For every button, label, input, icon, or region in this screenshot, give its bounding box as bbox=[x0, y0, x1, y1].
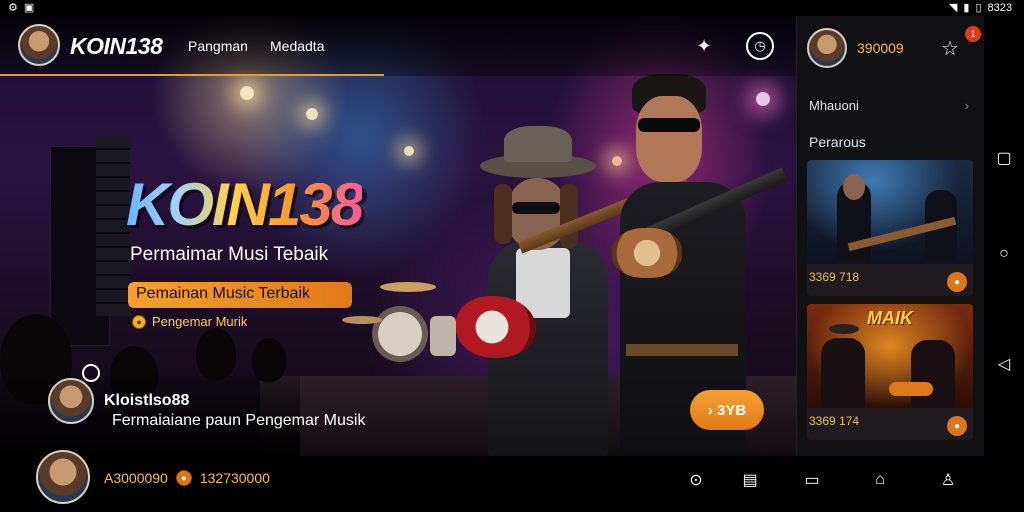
electric-guitar bbox=[456, 296, 536, 358]
status-bar: ⚙ ▣ ◥ ▮ ▯ 8323 bbox=[0, 0, 1024, 16]
system-nav-rail: ▢ ○ ◁ bbox=[984, 16, 1024, 512]
cymbal bbox=[342, 316, 382, 324]
profile-icon[interactable]: ♙ bbox=[936, 468, 960, 492]
panel-menu-row[interactable]: Mhauoni › bbox=[809, 98, 973, 113]
panel-card[interactable]: MAIK 3369 174 ● bbox=[807, 304, 973, 440]
back-button[interactable]: ◁ bbox=[984, 344, 1024, 384]
stage-light bbox=[240, 86, 254, 100]
side-panel: 390009 ☆ 1 Mhauoni › Perarous 3369 718 ●… bbox=[796, 16, 984, 456]
highlight-pill[interactable]: Pemainan Music Terbaik bbox=[128, 282, 352, 308]
profile-avatar[interactable] bbox=[48, 378, 94, 424]
card-go-icon[interactable]: ● bbox=[947, 416, 967, 436]
card-thumbnail bbox=[807, 160, 973, 264]
settings-icon: ⚙ bbox=[8, 2, 18, 14]
battery-icon: ▯ bbox=[975, 2, 982, 14]
bottom-bar: A3000090 ● 132730000 ⊙ ▤ ▭ ⌂ ♙ bbox=[0, 450, 984, 512]
poster-text: MAIK bbox=[867, 308, 913, 328]
signal-icon: ▮ bbox=[963, 2, 970, 14]
recents-button[interactable]: ▢ bbox=[984, 138, 1024, 178]
star-icon[interactable]: ☆ bbox=[941, 36, 959, 61]
profile-name: Kloistlso88 bbox=[104, 392, 190, 409]
status-time: 8323 bbox=[987, 1, 1012, 14]
card-thumbnail: MAIK bbox=[807, 304, 973, 408]
card-go-icon[interactable]: ● bbox=[947, 272, 967, 292]
coin-count: 132730000 bbox=[199, 470, 270, 486]
wifi-icon: ◥ bbox=[948, 2, 958, 14]
cymbal bbox=[380, 282, 436, 292]
user-avatar[interactable] bbox=[18, 24, 60, 66]
bass-drum bbox=[372, 306, 428, 362]
brand-logo[interactable]: KOIN138 bbox=[70, 33, 163, 60]
panel-card[interactable]: 3369 718 ● bbox=[807, 160, 973, 296]
nav-underline bbox=[0, 74, 384, 76]
profile-subtitle: Fermaiaiane paun Pengemar Musik bbox=[112, 412, 366, 429]
drum bbox=[430, 316, 456, 356]
hero-tagline: Permaimar Musi Tebaik bbox=[130, 244, 329, 265]
puzzle-icon[interactable]: ✦ bbox=[690, 32, 718, 60]
speaker-stack bbox=[96, 136, 130, 316]
play-button[interactable]: › 3YB bbox=[690, 390, 764, 430]
stage-light bbox=[404, 146, 414, 156]
panel-avatar[interactable] bbox=[807, 28, 847, 68]
nav-link-medadta[interactable]: Medadta bbox=[270, 38, 324, 54]
balance-display: A3000090 ● 132730000 bbox=[104, 470, 270, 486]
panel-section-title: Perarous bbox=[809, 134, 866, 150]
gallery-icon[interactable]: ▤ bbox=[738, 468, 762, 492]
bottom-avatar[interactable] bbox=[36, 450, 90, 504]
download-icon[interactable]: ⊙ bbox=[684, 468, 708, 492]
coin-icon: ● bbox=[175, 470, 192, 486]
crowd-silhouette bbox=[196, 328, 236, 380]
lock-icon: ▣ bbox=[23, 2, 35, 14]
chevron-right-icon: › bbox=[964, 98, 969, 113]
notification-badge: 1 bbox=[965, 26, 981, 42]
panel-username: 390009 bbox=[857, 40, 904, 56]
electric-guitar bbox=[612, 228, 682, 278]
home-button[interactable]: ○ bbox=[984, 234, 1024, 274]
top-nav-bar: KOIN138 Pangman Medadta ✦ ◷ bbox=[0, 16, 796, 76]
nav-link-pangman[interactable]: Pangman bbox=[188, 38, 248, 54]
balance-value: A3000090 bbox=[104, 470, 168, 486]
clock-icon[interactable]: ◷ bbox=[746, 32, 774, 60]
hero-logo: KOIN138 bbox=[126, 171, 364, 238]
home-icon[interactable]: ⌂ bbox=[868, 468, 892, 492]
coin-icon: ● bbox=[132, 314, 146, 329]
stage-light bbox=[306, 108, 318, 120]
fans-label: ● Pengemar Murik bbox=[132, 314, 247, 329]
document-icon[interactable]: ▭ bbox=[800, 468, 824, 492]
